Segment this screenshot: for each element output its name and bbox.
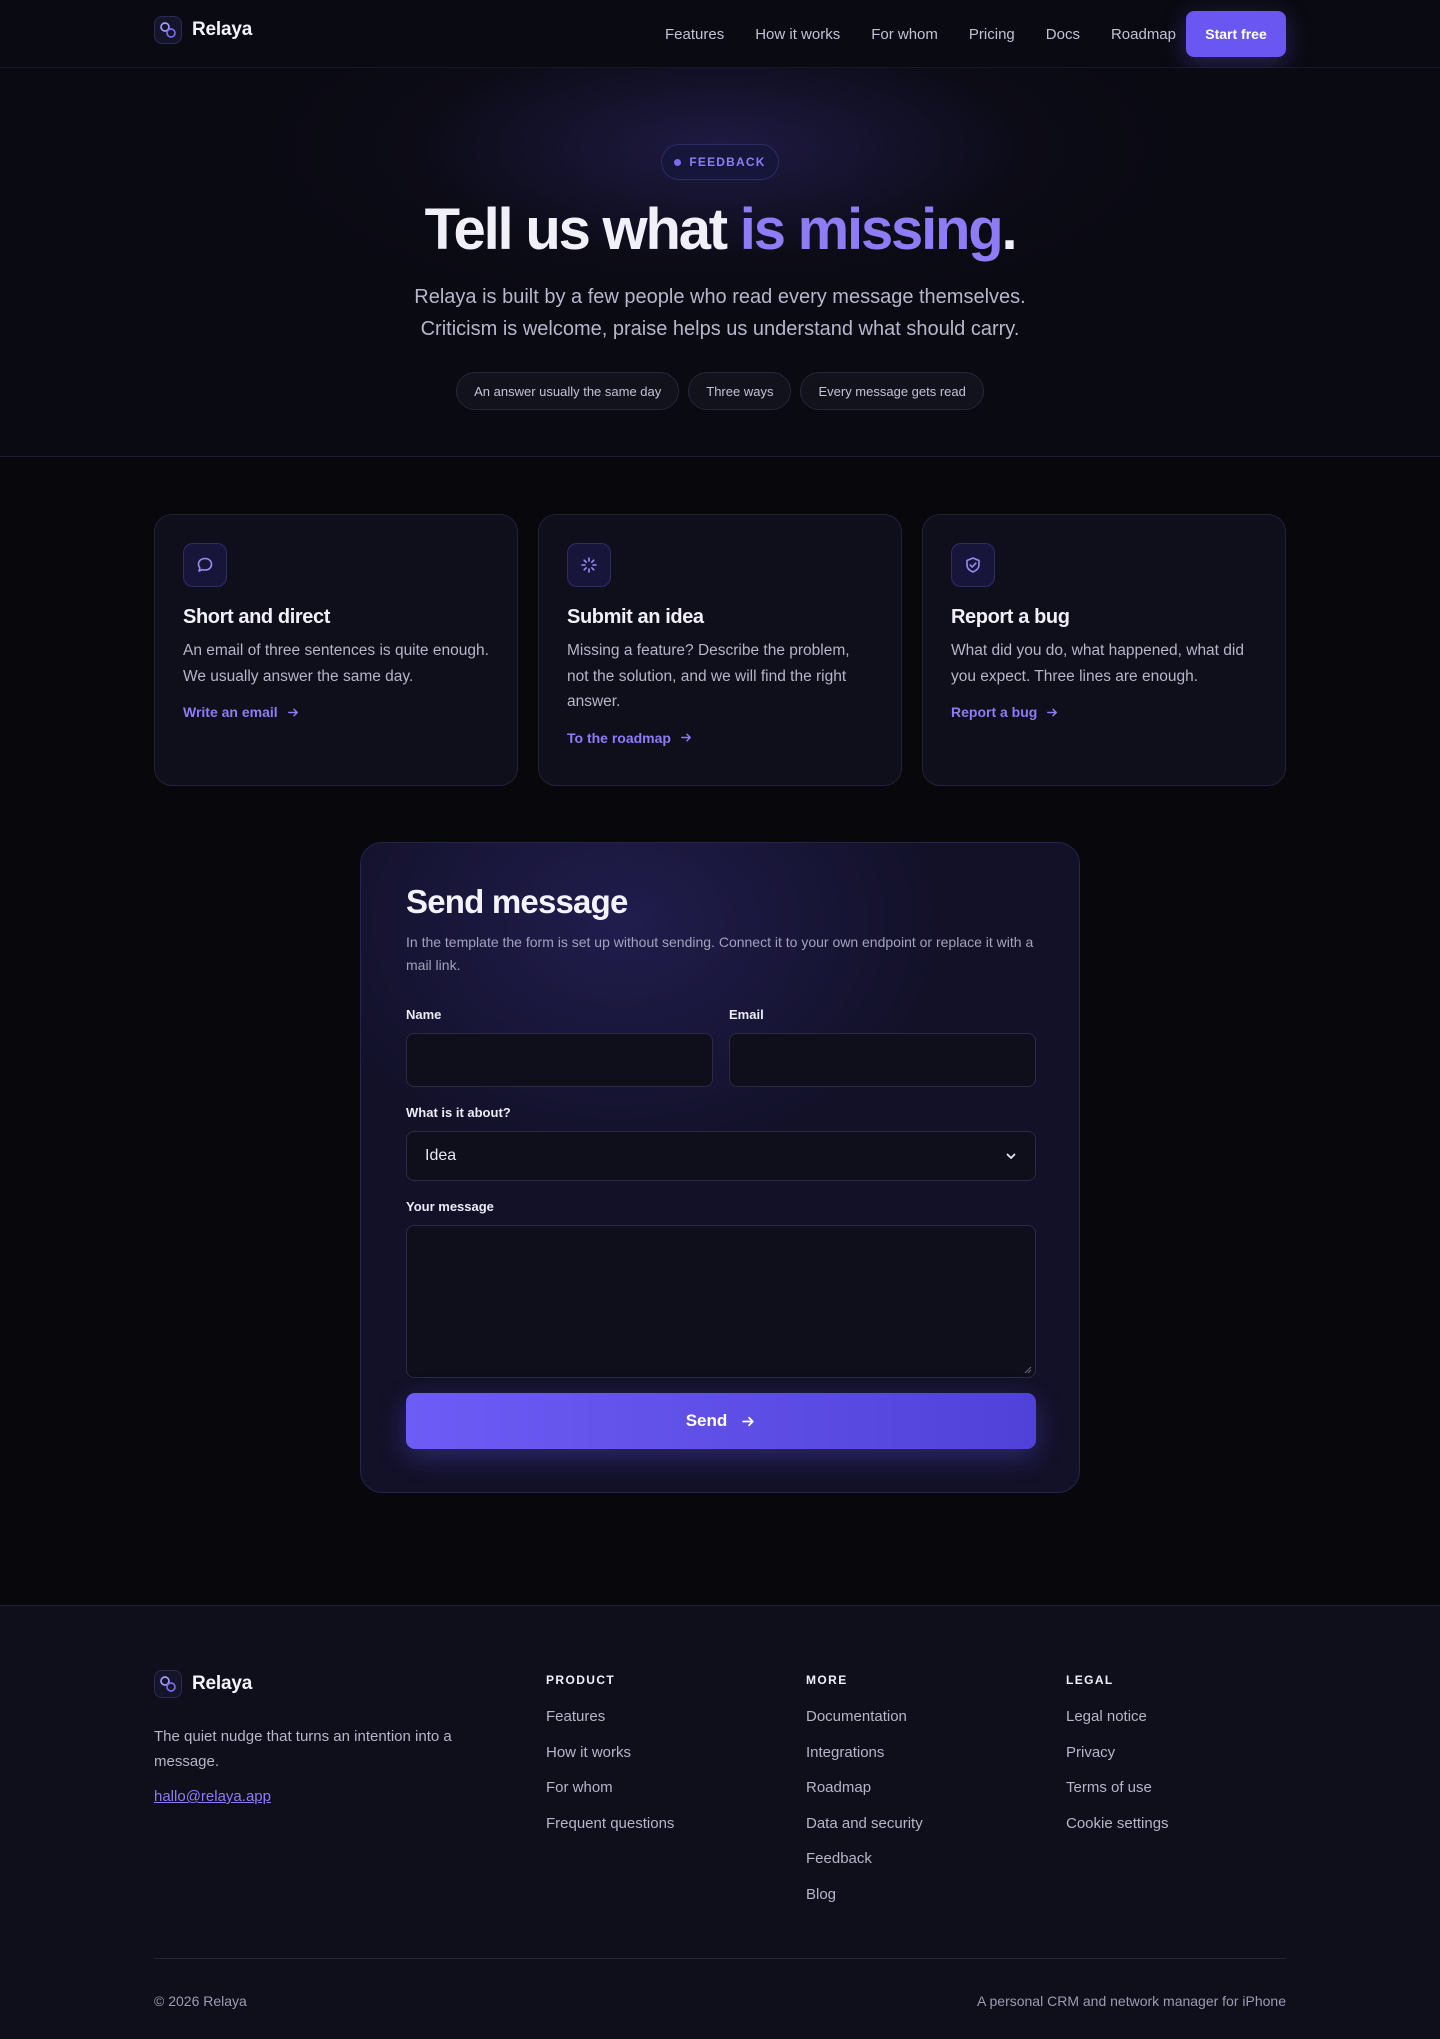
card-short-and-direct: Short and direct An email of three sente… bbox=[154, 514, 518, 786]
footer-link-roadmap[interactable]: Roadmap bbox=[806, 1778, 923, 1799]
link-label: Report a bug bbox=[951, 704, 1038, 720]
footer-column-product: PRODUCT Features How it works For whom F… bbox=[546, 1673, 674, 1849]
hero-subtitle: Relaya is built by a few people who read… bbox=[360, 281, 1080, 345]
column-heading: PRODUCT bbox=[546, 1673, 616, 1687]
card-title: Short and direct bbox=[183, 606, 330, 628]
footer-link-blog[interactable]: Blog bbox=[806, 1885, 923, 1906]
copyright: © 2026 Relaya bbox=[154, 1993, 247, 2009]
email-field[interactable] bbox=[729, 1033, 1036, 1087]
footer-link-features[interactable]: Features bbox=[546, 1707, 674, 1728]
topic-selected-value: Idea bbox=[425, 1147, 457, 1164]
nav-links: Features How it works For whom Pricing D… bbox=[665, 0, 1176, 68]
title-accent: is missing bbox=[739, 197, 1004, 262]
pill-same-day: An answer usually the same day bbox=[456, 372, 680, 410]
badge-label: FEEDBACK bbox=[689, 155, 766, 169]
column-heading: MORE bbox=[806, 1673, 848, 1687]
chevron-down-icon bbox=[1006, 1153, 1016, 1159]
pill-every-message: Every message gets read bbox=[800, 372, 984, 410]
message-textarea[interactable] bbox=[406, 1225, 1036, 1378]
card-report-bug: Report a bug What did you do, what happe… bbox=[922, 514, 1286, 786]
footer-column-more: MORE Documentation Integrations Roadmap … bbox=[806, 1673, 923, 1920]
form-title: Send message bbox=[406, 883, 628, 920]
nav-link-features[interactable]: Features bbox=[665, 26, 724, 43]
nav-link-roadmap[interactable]: Roadmap bbox=[1111, 26, 1176, 43]
brand-logo-link[interactable]: Relaya bbox=[154, 16, 252, 44]
send-label: Send bbox=[685, 1411, 728, 1430]
brand-name: Relaya bbox=[192, 1673, 253, 1694]
nav-link-for-whom[interactable]: For whom bbox=[871, 26, 938, 43]
badge-dot-icon bbox=[674, 158, 682, 166]
link-label: To the roadmap bbox=[567, 729, 671, 746]
title-part: Tell us what bbox=[424, 197, 740, 262]
top-navigation: Relaya Features How it works For whom Pr… bbox=[0, 0, 1440, 68]
write-email-link[interactable]: Write an email bbox=[183, 704, 489, 720]
footer-link-privacy[interactable]: Privacy bbox=[1066, 1743, 1169, 1764]
column-heading: LEGAL bbox=[1066, 1673, 1114, 1687]
card-submit-idea: Submit an idea Missing a feature? Descri… bbox=[538, 514, 902, 786]
form-note: In the template the form is set up witho… bbox=[406, 934, 1034, 973]
chat-bubble-icon bbox=[183, 543, 227, 587]
footer-link-cookie-settings[interactable]: Cookie settings bbox=[1066, 1814, 1169, 1835]
footer-link-terms[interactable]: Terms of use bbox=[1066, 1778, 1169, 1799]
footer-link-data-security[interactable]: Data and security bbox=[806, 1814, 923, 1835]
link-logo-icon bbox=[154, 1670, 182, 1698]
topic-select[interactable]: Idea bbox=[406, 1131, 1036, 1181]
subtitle-line-1: Relaya is built by a few people who read… bbox=[414, 286, 1026, 308]
footer-link-feedback[interactable]: Feedback bbox=[806, 1849, 923, 1870]
arrow-right-icon bbox=[681, 733, 691, 742]
name-field[interactable] bbox=[406, 1033, 713, 1087]
report-bug-link[interactable]: Report a bug bbox=[951, 704, 1257, 720]
hero-pills: An answer usually the same day Three way… bbox=[0, 372, 1440, 410]
pill-three-ways: Three ways bbox=[688, 372, 792, 410]
title-period: . bbox=[1001, 197, 1017, 262]
start-free-button[interactable]: Start free bbox=[1186, 11, 1286, 57]
link-label: Write an email bbox=[183, 704, 278, 720]
email-label: Email bbox=[729, 1007, 764, 1022]
footer-claim: A personal CRM and network manager for i… bbox=[977, 1993, 1286, 2009]
footer-divider bbox=[154, 1958, 1286, 1959]
site-footer: Relaya The quiet nudge that turns an int… bbox=[0, 1605, 1440, 2039]
send-button[interactable]: Send bbox=[406, 1393, 1036, 1449]
subtitle-line-2: Criticism is welcome, praise helps us un… bbox=[420, 318, 1020, 340]
page-title: Tell us what is missing. bbox=[0, 196, 1440, 263]
footer-link-faq[interactable]: Frequent questions bbox=[546, 1814, 674, 1835]
footer-link-documentation[interactable]: Documentation bbox=[806, 1707, 923, 1728]
resize-grip-icon[interactable] bbox=[1023, 1365, 1032, 1374]
card-title: Report a bug bbox=[951, 606, 1070, 628]
roadmap-link[interactable]: To the roadmap bbox=[567, 730, 873, 746]
footer-link-integrations[interactable]: Integrations bbox=[806, 1743, 923, 1764]
arrow-right-icon bbox=[287, 708, 298, 716]
message-form: Send message In the template the form is… bbox=[360, 842, 1080, 1493]
name-label: Name bbox=[406, 1007, 442, 1022]
arrow-right-icon bbox=[742, 1416, 754, 1426]
nav-link-how-it-works[interactable]: How it works bbox=[755, 26, 840, 43]
footer-link-for-whom[interactable]: For whom bbox=[546, 1778, 674, 1799]
topic-label: What is it about? bbox=[406, 1105, 511, 1120]
brand-name: Relaya bbox=[192, 19, 253, 40]
footer-brand-link[interactable]: Relaya bbox=[154, 1670, 252, 1698]
footer-link-how-it-works[interactable]: How it works bbox=[546, 1743, 674, 1764]
arrow-right-icon bbox=[1047, 708, 1058, 716]
nav-link-pricing[interactable]: Pricing bbox=[969, 26, 1015, 43]
footer-tagline: The quiet nudge that turns an intention … bbox=[154, 1728, 452, 1770]
link-logo-icon bbox=[154, 16, 182, 44]
card-body: An email of three sentences is quite eno… bbox=[183, 642, 489, 685]
footer-link-legal-notice[interactable]: Legal notice bbox=[1066, 1707, 1169, 1728]
hero-section: FEEDBACK Tell us what is missing. Relaya… bbox=[0, 68, 1440, 457]
card-body: What did you do, what happened, what did… bbox=[951, 642, 1244, 685]
shield-check-icon bbox=[951, 543, 995, 587]
sparkle-icon bbox=[567, 543, 611, 587]
nav-link-docs[interactable]: Docs bbox=[1046, 26, 1080, 43]
card-body: Missing a feature? Describe the problem,… bbox=[567, 642, 850, 710]
footer-column-legal: LEGAL Legal notice Privacy Terms of use … bbox=[1066, 1673, 1169, 1849]
message-label: Your message bbox=[406, 1199, 494, 1214]
feedback-badge: FEEDBACK bbox=[661, 144, 779, 180]
card-title: Submit an idea bbox=[567, 606, 704, 628]
contact-email-link[interactable]: hallo@relaya.app bbox=[154, 1788, 271, 1805]
